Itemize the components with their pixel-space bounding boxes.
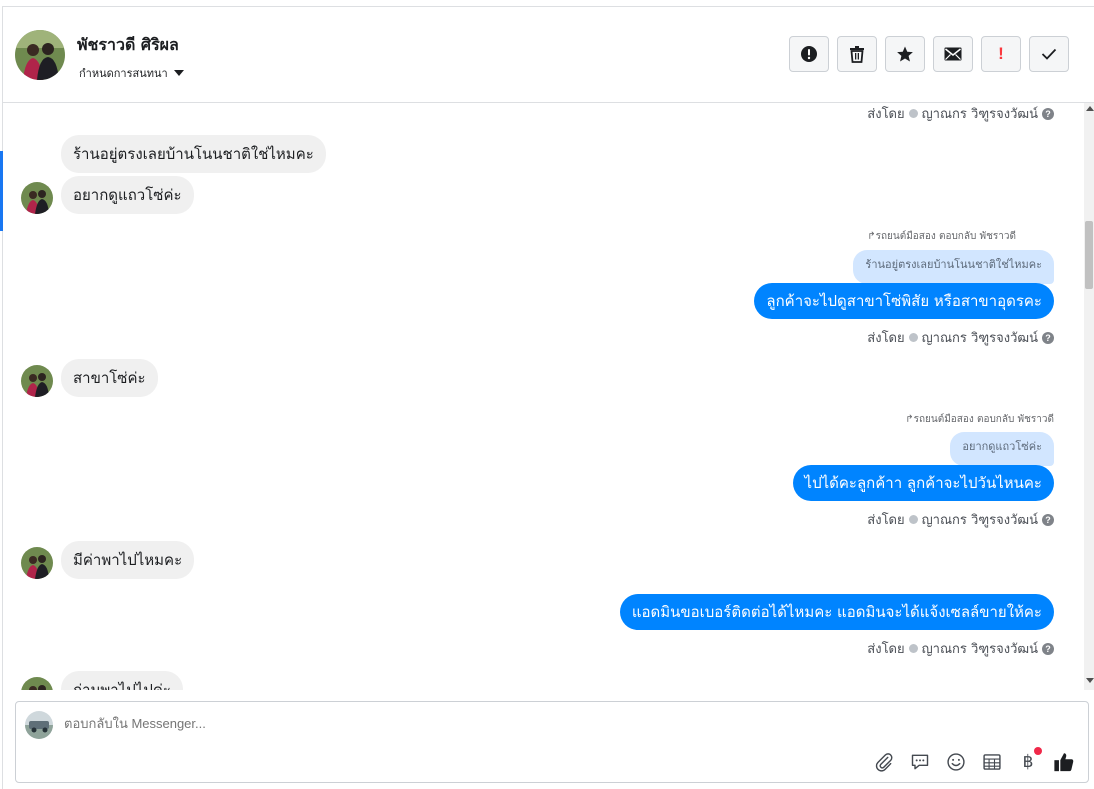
- scrollbar-track[interactable]: [1084, 103, 1094, 690]
- incoming-message[interactable]: มีค่าพาไปไหมคะ: [61, 541, 195, 579]
- contact-avatar[interactable]: [15, 30, 65, 80]
- sent-by-meta: ส่งโดย ญาณกร วิฑูรจงวัฒน์ ?: [867, 509, 1054, 530]
- spam-alert-button[interactable]: [789, 36, 829, 72]
- quoted-message[interactable]: ร้านอยู่ตรงเลยบ้านโนนชาติใช่ไหมคะ: [853, 250, 1054, 284]
- flag-follow-up-button[interactable]: !: [981, 36, 1021, 72]
- contact-avatar-small: [21, 547, 53, 579]
- sent-by-meta: ส่งโดย ญาณกร วิฑูรจงวัฒน์ ?: [867, 638, 1054, 659]
- scroll-down-arrow-icon[interactable]: [1086, 678, 1094, 683]
- conversation-toolbar: !: [789, 36, 1069, 72]
- page-avatar: [25, 711, 53, 739]
- appointment-icon[interactable]: [980, 750, 1004, 774]
- star-button[interactable]: [885, 36, 925, 72]
- star-icon: [897, 46, 913, 62]
- delete-button[interactable]: [837, 36, 877, 72]
- assign-label: กำหนดการสนทนา: [79, 67, 168, 80]
- assign-conversation-dropdown[interactable]: กำหนดการสนทนา: [79, 64, 184, 82]
- incoming-message[interactable]: ร้านอยู่ตรงเลยบ้านโนนชาติใช่ไหมคะ: [61, 135, 326, 173]
- like-thumb-icon[interactable]: [1052, 750, 1076, 774]
- mark-done-button[interactable]: [1029, 36, 1069, 72]
- alert-circle-icon: [801, 46, 817, 62]
- help-icon[interactable]: ?: [1042, 642, 1054, 655]
- help-icon[interactable]: ?: [1042, 513, 1054, 526]
- sent-by-meta: ส่งโดย ญาณกร วิฑูรจงวัฒน์ ?: [867, 103, 1054, 124]
- caret-down-icon: [173, 70, 184, 76]
- outgoing-message[interactable]: ไปได้คะลูกค้าา ลูกค้าจะไปวันไหนคะ: [792, 465, 1054, 501]
- quoted-message[interactable]: อยากดูแถวโซ่ค่ะ: [950, 432, 1054, 466]
- scrollbar-thumb[interactable]: [1085, 221, 1093, 289]
- notification-dot: [1034, 747, 1042, 755]
- help-icon[interactable]: ?: [1042, 107, 1054, 120]
- sent-by-meta: ส่งโดย ญาณกร วิฑูรจงวัฒน์ ?: [867, 327, 1054, 348]
- outgoing-message[interactable]: ลูกค้าจะไปดูสาขาโซ่พิสัย หรือสาขาอุดรคะ: [754, 283, 1054, 319]
- reply-header: ↱รถยนต์มือสอง ตอบกลับ พัชราวดี: [867, 231, 1016, 242]
- message-thread[interactable]: ส่งโดย ญาณกร วิฑูรจงวัฒน์ ? ร้านอยู่ตรงเ…: [3, 103, 1084, 690]
- conversation-header: พัชราวดี ศิริผล กำหนดการสนทนา !: [3, 7, 1094, 103]
- page-badge-icon: [908, 644, 918, 653]
- mark-unread-button[interactable]: [933, 36, 973, 72]
- scroll-up-arrow-icon[interactable]: [1086, 106, 1094, 111]
- saved-replies-icon[interactable]: [908, 750, 932, 774]
- envelope-icon: [944, 47, 962, 61]
- incoming-message[interactable]: สาขาโซ่ค่ะ: [61, 359, 158, 397]
- outgoing-message[interactable]: แอดมินขอเบอร์ติดต่อได้ไหมคะ แอดมินจะได้แ…: [619, 594, 1054, 630]
- check-icon: [1041, 48, 1057, 60]
- incoming-message[interactable]: อยากดูแถวโซ่ค่ะ: [61, 176, 194, 214]
- contact-avatar-small: [21, 365, 53, 397]
- contact-avatar-small: [21, 677, 53, 690]
- paperclip-icon[interactable]: [872, 750, 896, 774]
- help-icon[interactable]: ?: [1042, 331, 1054, 344]
- baht-payment-icon[interactable]: ฿: [1016, 747, 1042, 774]
- contact-avatar-small: [21, 182, 53, 214]
- exclamation-icon: !: [998, 44, 1004, 63]
- incoming-message[interactable]: ถ่ามพาไปไปค่ะ: [61, 671, 183, 690]
- trash-icon: [850, 46, 864, 63]
- page-badge-icon: [908, 333, 918, 342]
- composer-toolbar: ฿: [872, 747, 1076, 774]
- reply-header: ↱รถยนต์มือสอง ตอบกลับ พัชราวดี: [905, 414, 1054, 425]
- page-badge-icon: [908, 109, 918, 118]
- emoji-icon[interactable]: [944, 750, 968, 774]
- reply-composer: ฿: [15, 701, 1089, 783]
- reply-input[interactable]: [64, 716, 864, 731]
- contact-name: พัชราวดี ศิริผล: [77, 35, 179, 54]
- page-badge-icon: [908, 515, 918, 524]
